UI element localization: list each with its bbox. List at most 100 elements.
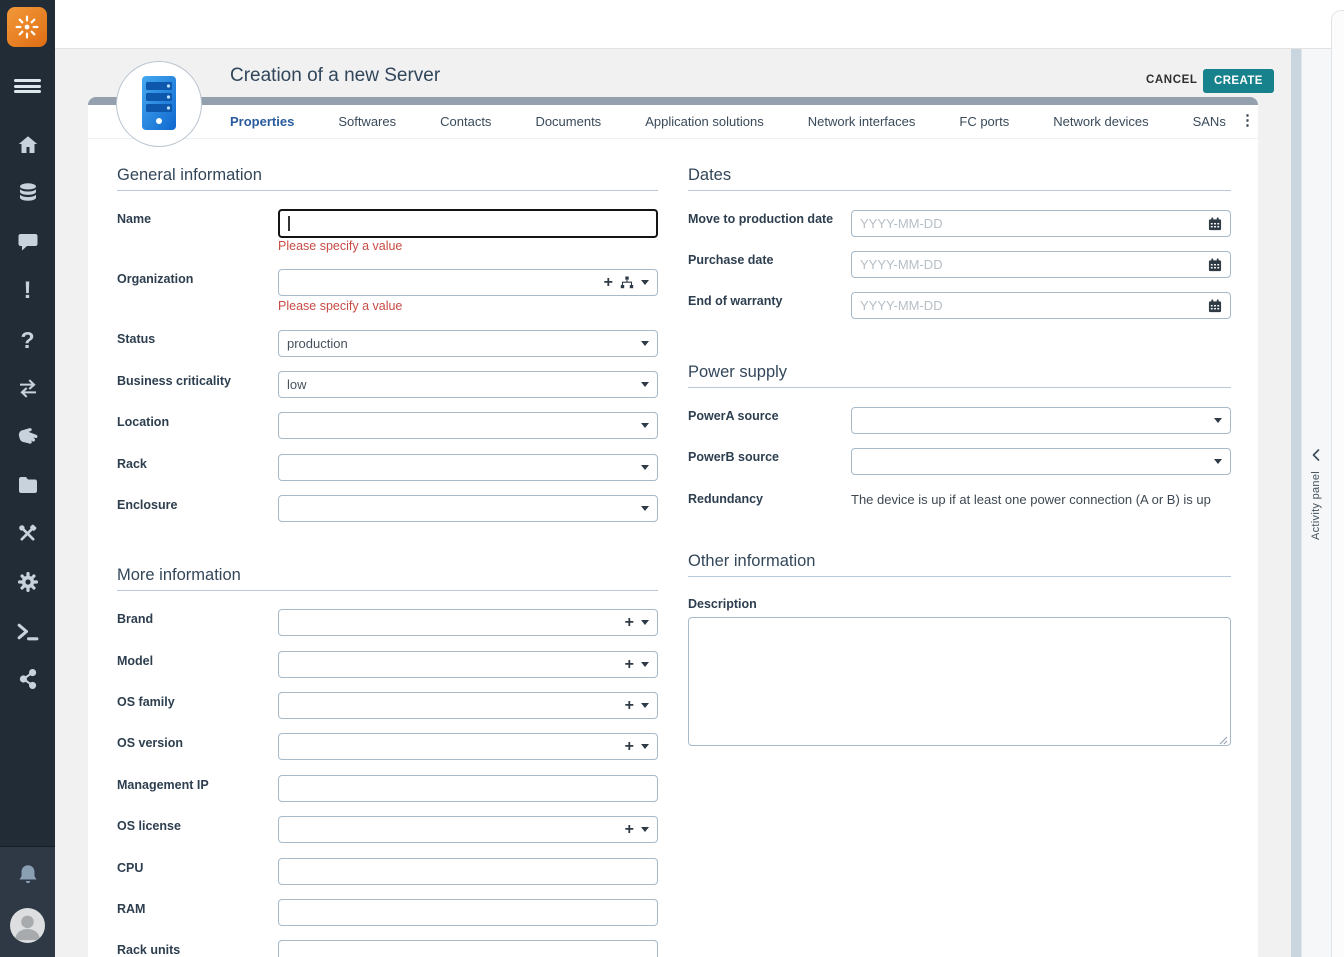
dropdown-caret-icon[interactable]	[641, 382, 649, 387]
ram-input[interactable]	[287, 905, 649, 920]
os-license-select[interactable]: +	[278, 816, 658, 843]
tab-bar: Properties Softwares Contacts Documents …	[230, 105, 1236, 138]
create-button[interactable]: CREATE	[1203, 69, 1274, 93]
purchase-date-input[interactable]	[860, 257, 1201, 272]
kebab-icon: ⋮	[1240, 112, 1255, 129]
powerb-source-select[interactable]	[851, 448, 1231, 475]
calendar-icon[interactable]	[1208, 258, 1222, 272]
sidebar-item-share[interactable]	[0, 667, 55, 691]
activity-panel-toggle[interactable]: Activity panel	[1301, 448, 1331, 540]
organization-error: Please specify a value	[278, 299, 402, 313]
tab-properties[interactable]: Properties	[230, 114, 294, 129]
tabs-overflow-menu[interactable]: ⋮	[1240, 111, 1255, 129]
os-family-select[interactable]: +	[278, 692, 658, 719]
activity-panel-label: Activity panel	[1310, 471, 1322, 540]
business-criticality-select[interactable]: low	[278, 371, 658, 398]
notifications-button[interactable]	[0, 862, 55, 888]
transfer-arrows-icon	[16, 376, 40, 400]
sidebar-item-home[interactable]	[0, 133, 55, 157]
brand-select[interactable]: +	[278, 609, 658, 636]
model-select[interactable]: +	[278, 651, 658, 678]
sidebar-item-console[interactable]	[0, 619, 55, 643]
field-label-model: Model	[117, 654, 273, 669]
add-organization-icon[interactable]: +	[604, 275, 613, 291]
dropdown-caret-icon[interactable]	[641, 620, 649, 625]
organization-select[interactable]: +	[278, 269, 658, 296]
dropdown-caret-icon[interactable]	[641, 280, 649, 285]
rack-units-field	[278, 940, 658, 957]
dropdown-caret-icon[interactable]	[1214, 459, 1222, 464]
field-label-enclosure: Enclosure	[117, 498, 273, 513]
calendar-icon[interactable]	[1208, 299, 1222, 313]
tab-fc-ports[interactable]: FC ports	[959, 114, 1009, 129]
status-select[interactable]: production	[278, 330, 658, 357]
tab-network-interfaces[interactable]: Network interfaces	[808, 114, 916, 129]
database-icon	[16, 181, 40, 205]
home-icon	[16, 133, 40, 157]
sidebar-item-settings[interactable]	[0, 570, 55, 594]
user-avatar[interactable]	[10, 908, 45, 943]
rack-units-input[interactable]	[287, 946, 649, 957]
tab-application-solutions[interactable]: Application solutions	[645, 114, 764, 129]
hierarchy-icon[interactable]	[620, 276, 634, 289]
management-ip-input[interactable]	[287, 781, 649, 796]
chat-bubble-icon	[16, 230, 40, 254]
sidebar-item-alerts[interactable]: !	[0, 277, 55, 305]
dropdown-caret-icon[interactable]	[641, 341, 649, 346]
description-textarea[interactable]	[688, 617, 1231, 746]
tab-softwares[interactable]: Softwares	[338, 114, 396, 129]
dropdown-caret-icon[interactable]	[1214, 418, 1222, 423]
name-input-control[interactable]	[297, 216, 649, 231]
location-select[interactable]	[278, 412, 658, 439]
field-label-criticality: Business criticality	[117, 374, 273, 389]
name-input[interactable]	[278, 209, 658, 238]
add-model-icon[interactable]: +	[625, 657, 634, 673]
dropdown-caret-icon[interactable]	[641, 827, 649, 832]
server-icon	[133, 74, 185, 134]
add-brand-icon[interactable]: +	[625, 615, 634, 631]
dropdown-caret-icon[interactable]	[641, 465, 649, 470]
dropdown-caret-icon[interactable]	[641, 662, 649, 667]
dropdown-caret-icon[interactable]	[641, 744, 649, 749]
sidebar-menu-toggle[interactable]	[0, 73, 55, 99]
folder-icon	[16, 473, 40, 497]
sidebar-item-tools[interactable]	[0, 521, 55, 545]
field-label-powera: PowerA source	[688, 409, 846, 424]
dropdown-caret-icon[interactable]	[641, 423, 649, 428]
field-label-name: Name	[117, 212, 273, 227]
tab-network-devices[interactable]: Network devices	[1053, 114, 1148, 129]
gear-icon	[16, 570, 40, 594]
ram-field	[278, 899, 658, 926]
powera-source-select[interactable]	[851, 407, 1231, 434]
sidebar-item-chat[interactable]	[0, 230, 55, 254]
dropdown-caret-icon[interactable]	[641, 703, 649, 708]
cpu-input[interactable]	[287, 864, 649, 879]
dropdown-caret-icon[interactable]	[641, 506, 649, 511]
move-to-production-date-input[interactable]	[860, 216, 1201, 231]
calendar-icon[interactable]	[1208, 217, 1222, 231]
sidebar-item-documents[interactable]	[0, 473, 55, 497]
itop-logo[interactable]	[7, 7, 47, 47]
handshake-icon	[15, 424, 40, 449]
cancel-button[interactable]: CANCEL	[1146, 74, 1198, 86]
logo-flower-icon	[14, 14, 40, 40]
end-of-warranty-input[interactable]	[860, 298, 1201, 313]
tab-contacts[interactable]: Contacts	[440, 114, 491, 129]
os-version-select[interactable]: +	[278, 733, 658, 760]
field-label-location: Location	[117, 415, 273, 430]
vertical-scrollbar[interactable]	[1291, 48, 1301, 957]
add-os-license-icon[interactable]: +	[625, 822, 634, 838]
tab-documents[interactable]: Documents	[535, 114, 601, 129]
tools-icon	[15, 521, 40, 546]
tab-sans[interactable]: SANs	[1193, 114, 1226, 129]
rack-select[interactable]	[278, 454, 658, 481]
sidebar-item-services[interactable]	[0, 424, 55, 448]
sidebar-item-transfer[interactable]	[0, 376, 55, 400]
enclosure-select[interactable]	[278, 495, 658, 522]
add-os-version-icon[interactable]: +	[625, 739, 634, 755]
sidebar-item-data[interactable]	[0, 181, 55, 205]
sidebar-item-help[interactable]: ?	[0, 326, 55, 354]
section-title-more: More information	[117, 566, 241, 585]
resize-grip-icon[interactable]	[1218, 735, 1228, 745]
add-os-family-icon[interactable]: +	[625, 698, 634, 714]
